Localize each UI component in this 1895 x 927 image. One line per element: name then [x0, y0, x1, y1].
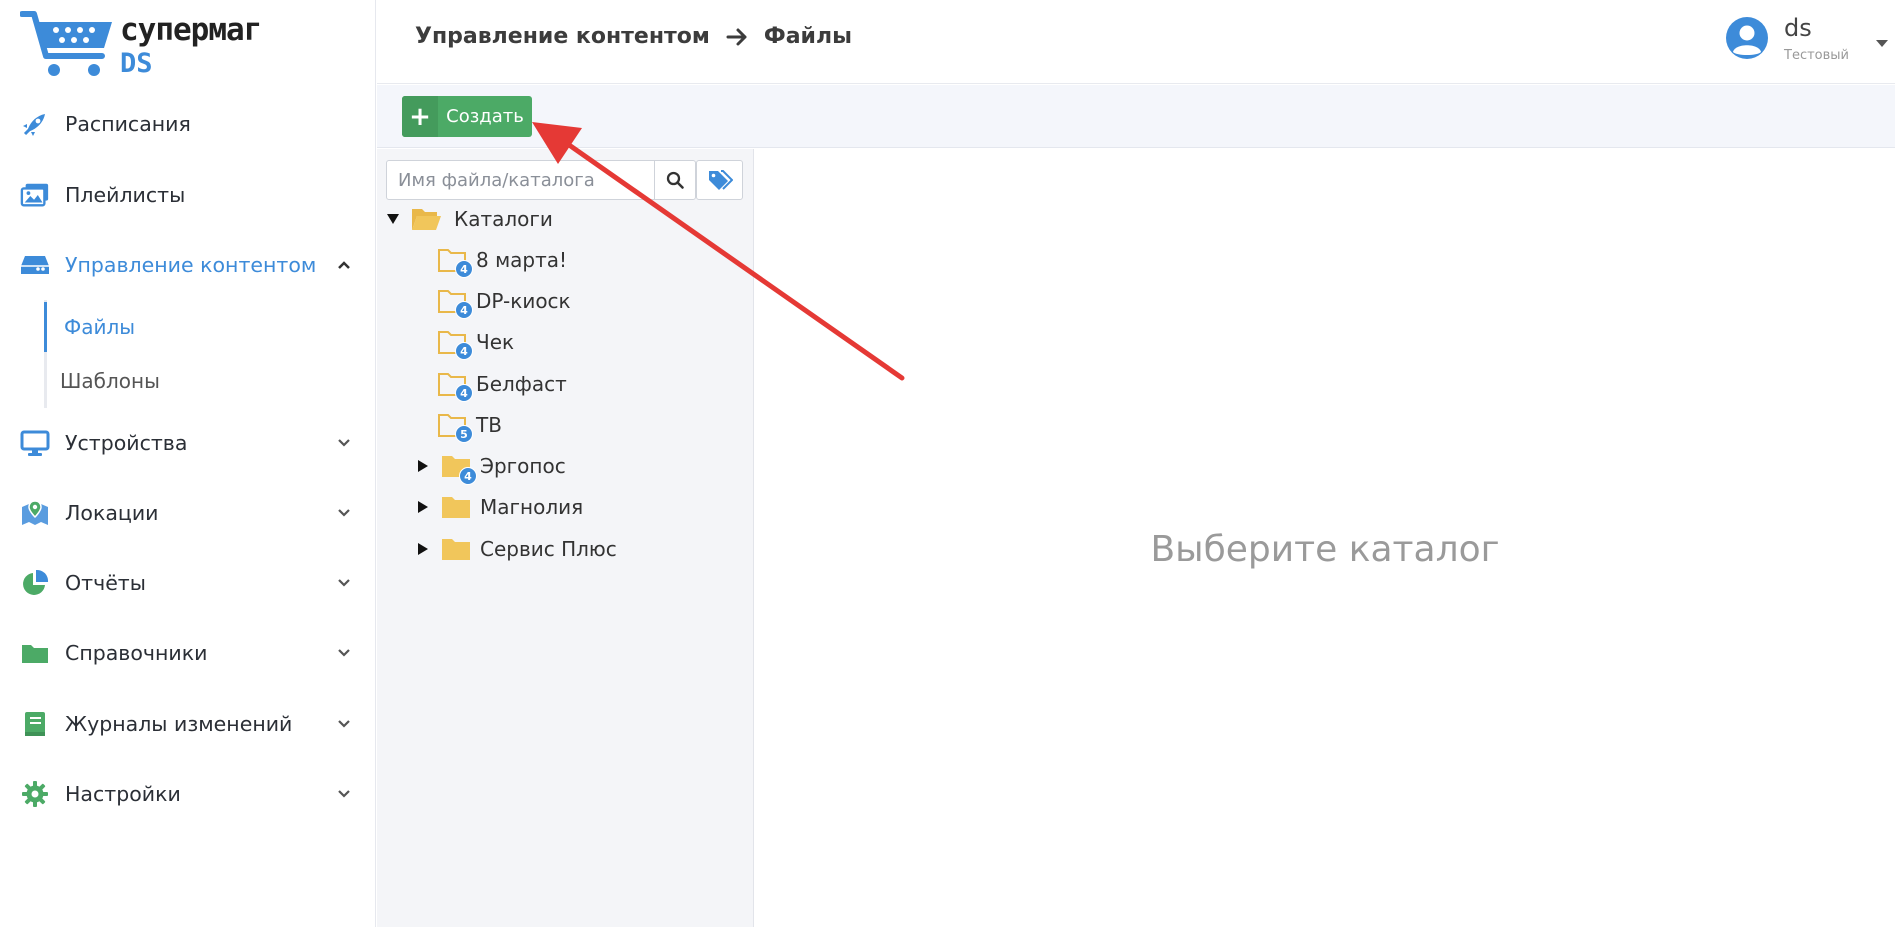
sidebar-item-directories[interactable]: Справочники — [0, 628, 376, 678]
gear-icon — [20, 779, 50, 809]
tree-node-folder[interactable]: 4 Белфаст — [377, 367, 753, 402]
sidebar-subitem-templates[interactable]: Шаблоны — [44, 356, 160, 406]
tree-node-label: Сервис Плюс — [480, 537, 617, 561]
sidebar-item-label: Журналы изменений — [65, 712, 293, 736]
user-avatar-icon — [1726, 17, 1768, 59]
sidebar-item-label: Плейлисты — [65, 183, 186, 207]
collapsed-triangle-icon[interactable] — [417, 543, 429, 555]
chevron-down-icon — [338, 439, 350, 447]
tree-node-folder-collapsed[interactable]: 4 Эргопос — [377, 449, 753, 485]
tree-node-label: DP-киоск — [476, 289, 571, 313]
count-badge: 4 — [455, 384, 473, 402]
sidebar-item-label: Настройки — [65, 782, 181, 806]
user-role: Тестовый — [1784, 48, 1849, 63]
sidebar-item-reports[interactable]: Отчёты — [0, 558, 376, 608]
tree-node-label: 8 марта! — [476, 248, 568, 272]
tags-icon — [708, 170, 733, 190]
tree-node-label: Эргопос — [480, 454, 566, 478]
create-button-label: Создать — [446, 106, 524, 127]
arrow-right-icon — [726, 28, 747, 45]
topbar: Управление контентом Файлы ds Тестовый — [377, 0, 1895, 84]
tree-node-label: Каталоги — [454, 207, 553, 231]
tree-node-folder[interactable]: 5 ТВ — [377, 408, 753, 443]
count-badge: 4 — [455, 260, 473, 278]
sidebar-item-label: Расписания — [65, 112, 191, 136]
tree-node-folder[interactable]: 4 Чек — [377, 325, 753, 360]
search-icon — [666, 171, 684, 189]
folder-icon — [20, 638, 50, 668]
sidebar-item-label: Справочники — [65, 641, 208, 665]
tree-node-folder[interactable]: 4 DP-киоск — [377, 284, 753, 319]
tree-node-label: Чек — [476, 330, 515, 354]
search-button[interactable] — [654, 161, 695, 199]
chevron-down-icon — [338, 720, 350, 728]
sidebar-item-schedules[interactable]: Расписания — [0, 99, 376, 149]
rocket-icon — [20, 109, 50, 139]
search-input[interactable] — [387, 161, 645, 199]
tree-node-label: Белфаст — [476, 372, 567, 396]
sidebar-subitem-files[interactable]: Файлы — [44, 302, 135, 352]
sidebar-item-changelogs[interactable]: Журналы изменений — [0, 699, 376, 749]
chevron-down-icon — [338, 579, 350, 587]
pie-chart-icon — [20, 568, 50, 598]
map-marker-icon — [20, 498, 50, 528]
tree-node-folder-collapsed[interactable]: Сервис Плюс — [377, 532, 753, 566]
chevron-down-icon — [338, 790, 350, 798]
sidebar-item-label: Локации — [65, 501, 159, 525]
tree-node-label: ТВ — [476, 413, 502, 437]
collapsed-triangle-icon[interactable] — [417, 460, 429, 472]
collapsed-triangle-icon[interactable] — [417, 501, 429, 513]
folder-open-icon — [412, 209, 441, 230]
sidebar-item-settings[interactable]: Настройки — [0, 769, 376, 819]
expanded-triangle-icon — [387, 214, 399, 224]
sidebar-item-playlists[interactable]: Плейлисты — [0, 170, 376, 220]
monitor-icon — [20, 428, 50, 458]
brand-sub: DS — [120, 48, 153, 79]
app-logo[interactable]: супермаг DS — [20, 8, 262, 82]
empty-state-text: Выберите каталог — [1150, 529, 1500, 570]
sidebar-item-locations[interactable]: Локации — [0, 488, 376, 538]
folder-icon — [442, 539, 470, 560]
images-icon — [20, 180, 50, 210]
toolbar: + Создать — [377, 85, 1895, 148]
book-icon — [20, 709, 50, 739]
tree-node-root[interactable]: Каталоги — [377, 202, 753, 236]
count-badge: 4 — [455, 342, 473, 360]
tree-node-folder-collapsed[interactable]: Магнолия — [377, 490, 753, 524]
cart-logo-icon — [20, 11, 112, 76]
user-menu[interactable]: ds Тестовый — [1725, 14, 1895, 70]
sidebar: супермаг DS Расписания Плейлисты Управле… — [0, 0, 376, 927]
tree-node-folder[interactable]: 4 8 марта! — [377, 243, 753, 278]
plus-icon: + — [402, 96, 438, 137]
breadcrumb-parent[interactable]: Управление контентом — [415, 24, 710, 49]
breadcrumb: Управление контентом Файлы — [415, 24, 852, 49]
file-tree-panel: Каталоги 4 8 марта! 4 DP-киоск 4 Чек 4 Б… — [377, 149, 754, 927]
count-badge: 4 — [455, 301, 473, 319]
chevron-down-icon — [338, 649, 350, 657]
search-box — [386, 160, 696, 200]
breadcrumb-current: Файлы — [763, 24, 852, 49]
user-name: ds — [1784, 14, 1812, 42]
sidebar-item-label: Отчёты — [65, 571, 146, 595]
chevron-up-icon — [338, 261, 350, 269]
sidebar-item-devices[interactable]: Устройства — [0, 418, 376, 468]
chevron-down-icon — [338, 509, 350, 517]
caret-down-icon — [1876, 40, 1888, 47]
brand-name: супермаг — [120, 12, 262, 48]
sidebar-item-label: Устройства — [65, 431, 188, 455]
content-panel: Выберите каталог — [755, 149, 1895, 927]
tags-button[interactable] — [696, 160, 743, 200]
hdd-icon — [20, 250, 50, 280]
sidebar-item-label: Управление контентом — [65, 253, 317, 277]
tree-node-label: Магнолия — [480, 495, 584, 519]
sidebar-item-content-management[interactable]: Управление контентом — [0, 240, 376, 290]
folder-icon — [442, 497, 470, 518]
count-badge: 5 — [455, 425, 473, 443]
count-badge: 4 — [459, 467, 477, 485]
create-button[interactable]: + Создать — [402, 96, 532, 137]
